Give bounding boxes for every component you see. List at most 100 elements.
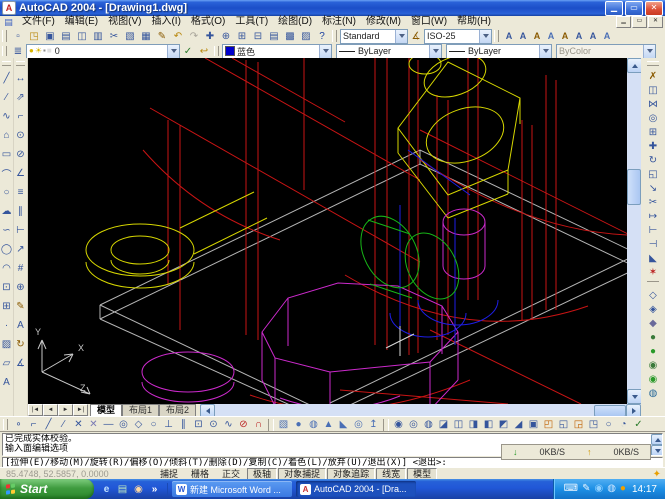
make-block-icon[interactable]: ⊞ (0, 297, 13, 316)
color-faces-icon[interactable]: ◰ (541, 418, 556, 432)
snap-node-icon[interactable]: ⊙ (206, 418, 221, 432)
menu-edit[interactable]: 编辑(E) (60, 16, 103, 28)
cut-icon[interactable]: ✂ (106, 29, 122, 43)
polygon-icon[interactable]: ⌂ (0, 126, 13, 145)
copy-object-icon[interactable]: ◫ (647, 83, 660, 97)
dim-style-combo[interactable]: ISO-25 (424, 29, 492, 44)
quick-launch-desktop-icon[interactable]: ▤ (116, 483, 129, 496)
tool-palettes-icon[interactable]: ▨ (298, 29, 314, 43)
match-properties-icon[interactable]: ✎ (154, 29, 170, 43)
layer-combo[interactable]: ●☀▪■ 0 (26, 44, 180, 59)
imprint-icon[interactable]: ◳ (586, 418, 601, 432)
polyline-icon[interactable]: ∿ (0, 107, 13, 126)
erase-icon[interactable]: ✗ (647, 69, 660, 83)
torus-icon[interactable]: ◎ (351, 418, 366, 432)
continue-dimension-icon[interactable]: ⊢ (14, 221, 27, 240)
snap-insert-icon[interactable]: ⊡ (191, 418, 206, 432)
minimize-button[interactable]: ▁ (605, 1, 623, 16)
mtext-icon[interactable]: A (502, 29, 516, 43)
move-faces-icon[interactable]: ◫ (451, 418, 466, 432)
dimension-edit-icon[interactable]: ✎ (14, 297, 27, 316)
convert-text-icon[interactable]: A (600, 29, 614, 43)
line-icon[interactable]: ╱ (0, 69, 13, 88)
snap-quadrant-icon[interactable]: ◇ (131, 418, 146, 432)
help-icon[interactable]: ? (314, 29, 330, 43)
zoom-realtime-icon[interactable]: ⊕ (218, 29, 234, 43)
justify-text-icon[interactable]: A (586, 29, 600, 43)
2d-wireframe-icon[interactable]: ◇ (647, 288, 660, 302)
close-button[interactable]: ✕ (645, 1, 663, 16)
chevron-down-icon[interactable] (429, 45, 441, 58)
subtract-icon[interactable]: ◎ (406, 418, 421, 432)
center-mark-icon[interactable]: ⊕ (14, 278, 27, 297)
plot-preview-icon[interactable]: ◫ (74, 29, 90, 43)
color-edges-icon[interactable]: ◲ (571, 418, 586, 432)
gouraud-shaded-icon[interactable]: ● (647, 344, 660, 358)
snap-intersection-icon[interactable]: ✕ (71, 418, 86, 432)
menu-window[interactable]: 窗口(W) (406, 16, 452, 28)
restore-button[interactable]: ▭ (625, 1, 643, 16)
task-word[interactable]: W 新建 Microsoft Word ... (172, 481, 292, 497)
break-icon[interactable]: ⊣ (647, 237, 660, 251)
open-icon[interactable]: ◳ (26, 29, 42, 43)
extrude-faces-icon[interactable]: ◪ (436, 418, 451, 432)
explode-icon[interactable]: ✶ (647, 265, 660, 279)
rectangle-icon[interactable]: ▭ (0, 145, 13, 164)
3d-wireframe-icon[interactable]: ◈ (647, 302, 660, 316)
insert-block-icon[interactable]: ⊡ (0, 278, 13, 297)
gouraud-shaded-edges-icon[interactable]: ◉ (647, 372, 660, 386)
tray-volume-icon[interactable]: ◍ (607, 484, 616, 494)
lineweight-combo[interactable]: ByLayer (446, 44, 552, 59)
chevron-down-icon[interactable] (539, 45, 551, 58)
single-line-text-icon[interactable]: A (516, 29, 530, 43)
scroll-up-icon[interactable] (651, 434, 663, 445)
snap-none-icon[interactable]: ⊘ (236, 418, 251, 432)
ordinate-dimension-icon[interactable]: ⌐ (14, 107, 27, 126)
circle-icon[interactable]: ○ (0, 183, 13, 202)
taskbar-clock[interactable]: 14:17 (630, 484, 657, 495)
rotate-icon[interactable]: ↻ (647, 153, 660, 167)
flat-shaded-edges-icon[interactable]: ◉ (647, 358, 660, 372)
check-icon[interactable]: ✓ (631, 418, 646, 432)
communication-center-icon[interactable]: ✦ (653, 469, 665, 480)
snap-nearest-icon[interactable]: ∿ (221, 418, 236, 432)
scroll-down-icon[interactable] (651, 445, 663, 456)
text-style-combo[interactable]: Standard (340, 29, 408, 44)
command-scrollbar[interactable] (651, 434, 662, 455)
union-icon[interactable]: ◉ (391, 418, 406, 432)
osnap-settings-icon[interactable]: ∩ (251, 418, 266, 432)
snap-from-icon[interactable]: ⌐ (26, 418, 41, 432)
menu-format[interactable]: 格式(O) (186, 16, 230, 28)
diameter-dimension-icon[interactable]: ⊘ (14, 145, 27, 164)
delete-faces-icon[interactable]: ◧ (481, 418, 496, 432)
chevron-down-icon[interactable] (479, 30, 491, 43)
tab-model[interactable]: 模型 (90, 404, 122, 416)
zoom-window-icon[interactable]: ⊞ (234, 29, 250, 43)
hidden-shade-icon[interactable]: ◆ (647, 316, 660, 330)
revision-cloud-icon[interactable]: ☁ (0, 202, 13, 221)
snap-apparent-intersection-icon[interactable]: ✕ (86, 418, 101, 432)
layer-manager-icon[interactable]: ≣ (10, 44, 26, 58)
edit-text-icon[interactable]: A (530, 29, 544, 43)
prev-tab-button[interactable]: ◄ (43, 404, 58, 416)
stretch-icon[interactable]: ↘ (647, 181, 660, 195)
last-tab-button[interactable]: ►| (73, 404, 88, 416)
snap-extension-icon[interactable]: — (101, 418, 116, 432)
tray-pen-icon[interactable]: ✎ (582, 484, 590, 494)
publish-icon[interactable]: ▥ (90, 29, 106, 43)
doc-close-button[interactable]: ✕ (648, 16, 663, 28)
make-object-layer-current-icon[interactable]: ✓ (180, 44, 196, 58)
tolerance-icon[interactable]: # (14, 259, 27, 278)
plot-icon[interactable]: ▤ (58, 29, 74, 43)
linetype-combo[interactable]: ByLayer (336, 44, 442, 59)
cylinder-icon[interactable]: ◍ (306, 418, 321, 432)
scale-icon[interactable]: ◱ (647, 167, 660, 181)
break-at-point-icon[interactable]: ⊢ (647, 223, 660, 237)
quick-dimension-icon[interactable]: ≡ (14, 183, 27, 202)
mirror-icon[interactable]: ⋈ (647, 97, 660, 111)
chamfer-icon[interactable]: ◣ (647, 251, 660, 265)
first-tab-button[interactable]: |◄ (28, 404, 43, 416)
quick-launch-ie-icon[interactable]: e (100, 483, 113, 496)
quick-launch-media-icon[interactable]: ◉ (132, 483, 145, 496)
trim-icon[interactable]: ✂ (647, 195, 660, 209)
